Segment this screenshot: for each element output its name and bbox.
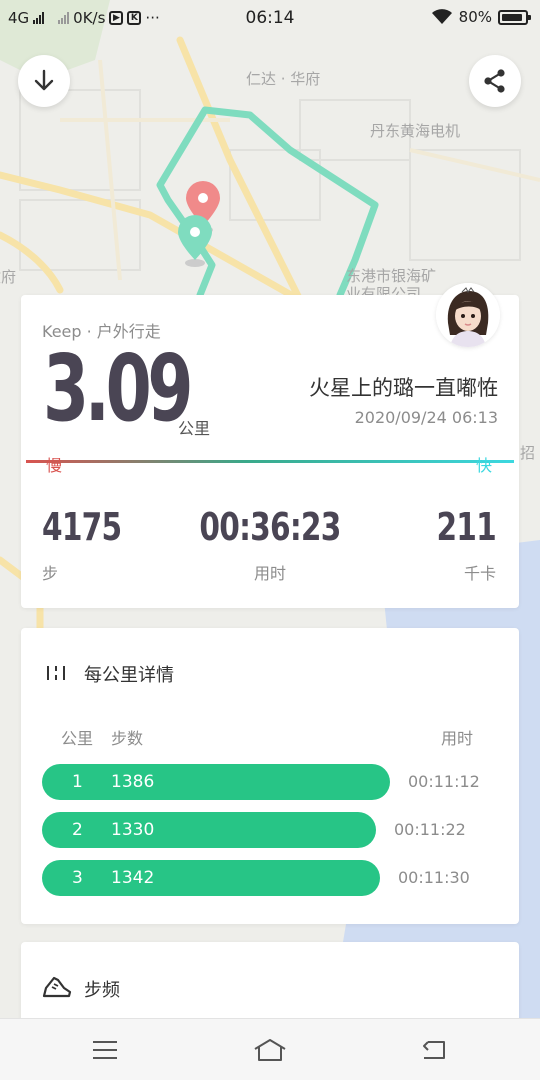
map-label-dandong: 丹东黄海电机 [370, 122, 461, 140]
col-steps-header: 步数 [111, 729, 144, 748]
pace-fast-label: 快 [476, 456, 493, 475]
map-label-renda: 仁达 · 华府 [246, 70, 321, 88]
col-time-header: 用时 [441, 729, 474, 748]
status-bar: 4G 0K/s ▶ K ··· 06:14 80% [0, 0, 540, 38]
steps-label: 步 [42, 564, 59, 583]
share-icon [484, 69, 505, 93]
pace-gradient-bar [26, 460, 514, 463]
duration-value: 00:36:23 [199, 505, 341, 549]
avatar[interactable] [436, 283, 500, 347]
activity-datetime: 2020/09/24 06:13 [354, 408, 498, 427]
username[interactable]: 火星上的璐一直嘟恠 [309, 372, 498, 402]
km-row-number: 3 [72, 868, 83, 888]
shoe-icon [42, 976, 72, 998]
download-button[interactable] [18, 55, 70, 107]
map-label-zhao: 招 [520, 444, 536, 462]
steps-value: 4175 [42, 505, 122, 549]
pace-slow-label: 慢 [46, 456, 63, 475]
back-icon [423, 1041, 445, 1059]
home-icon [254, 1039, 286, 1061]
nav-home-button[interactable] [250, 1033, 290, 1067]
menu-icon [93, 1041, 117, 1059]
nav-back-button[interactable] [414, 1033, 454, 1067]
distance-value: 3.09 [43, 335, 193, 442]
map-label-fu: 政府 [0, 268, 17, 286]
km-row-bar: 3 1342 [42, 860, 380, 896]
down-arrow-icon [34, 69, 54, 91]
km-row-bar: 2 1330 [42, 812, 376, 848]
split-bars-icon [47, 666, 65, 680]
km-detail-title: 每公里详情 [84, 665, 174, 686]
km-row-steps: 1386 [111, 772, 155, 792]
duration-label: 用时 [253, 564, 286, 583]
col-km-header: 公里 [61, 729, 94, 748]
km-row-time: 00:11:22 [394, 820, 466, 839]
distance-unit: 公里 [178, 419, 211, 438]
battery-icon [498, 9, 531, 25]
km-row-time: 00:11:12 [408, 772, 480, 791]
km-row-number: 2 [72, 820, 83, 840]
calories-label: 千卡 [463, 564, 496, 583]
system-nav-bar [0, 1018, 540, 1080]
avatar-image [436, 283, 500, 347]
km-row-number: 1 [72, 772, 83, 792]
km-row-time: 00:11:30 [398, 868, 470, 887]
cadence-title: 步频 [84, 980, 120, 1001]
share-button[interactable] [469, 55, 521, 107]
km-row-steps: 1330 [111, 820, 155, 840]
km-row-steps: 1342 [111, 868, 155, 888]
wifi-icon [431, 9, 452, 24]
calories-value: 211 [436, 505, 496, 549]
km-row-bar: 1 1386 [42, 764, 390, 800]
nav-menu-button[interactable] [85, 1033, 125, 1067]
battery-percent: 80% [458, 8, 492, 26]
